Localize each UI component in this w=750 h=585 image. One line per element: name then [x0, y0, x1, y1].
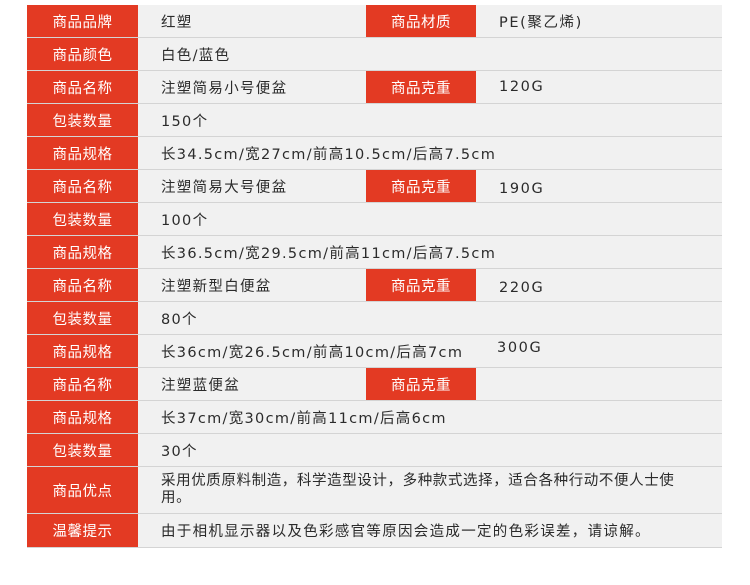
- row-value: 注塑新型白便盆: [161, 278, 272, 295]
- row-value-secondary: 120G: [499, 79, 545, 95]
- row-value: 注塑蓝便盆: [161, 377, 240, 394]
- row-value: 注塑简易小号便盆: [161, 80, 288, 97]
- row-label: 商品规格: [27, 401, 138, 433]
- spec-row-color: 商品颜色 白色/蓝色: [27, 38, 722, 71]
- row-value: 80个: [161, 311, 198, 328]
- spec-row-name: 商品名称 注塑新型白便盆 商品克重 220G: [27, 269, 722, 302]
- row-label: 温馨提示: [27, 514, 138, 547]
- spec-row-name: 商品名称 注塑简易大号便盆 商品克重 190G: [27, 170, 722, 203]
- row-value: 长37cm/宽30cm/前高11cm/后高6cm: [161, 410, 447, 427]
- row-value-secondary: 300G: [497, 340, 543, 356]
- row-label: 商品名称: [27, 170, 138, 202]
- row-value: 红塑: [161, 14, 193, 31]
- row-label: 包装数量: [27, 104, 138, 136]
- row-label: 商品规格: [27, 335, 138, 367]
- spec-row-quantity: 包装数量 30个: [27, 434, 722, 467]
- row-label: 商品名称: [27, 368, 138, 400]
- row-value: 白色/蓝色: [161, 47, 231, 64]
- row-label: 商品名称: [27, 269, 138, 301]
- row-value: 由于相机显示器以及色彩感官等原因会造成一定的色彩误差，请谅解。: [161, 524, 651, 540]
- product-spec-table: 商品品牌 红塑 商品材质 PE(聚乙烯) 商品颜色 白色/蓝色 商品名称 注塑简…: [27, 5, 722, 548]
- spec-row-quantity: 包装数量 150个: [27, 104, 722, 137]
- spec-row-dimensions: 商品规格 长36cm/宽26.5cm/前高10cm/后高7cm 300G: [27, 335, 722, 368]
- row-label: 包装数量: [27, 434, 138, 466]
- row-value-secondary: PE(聚乙烯): [499, 14, 583, 31]
- row-label: 包装数量: [27, 302, 138, 334]
- spec-row-advantages: 商品优点 采用优质原料制造，科学造型设计，多种款式选择，适合各种行动不便人士使用…: [27, 467, 722, 514]
- row-label: 包装数量: [27, 203, 138, 235]
- row-value: 150个: [161, 113, 209, 130]
- spec-row-quantity: 包装数量 80个: [27, 302, 722, 335]
- row-label: 商品品牌: [27, 5, 138, 37]
- row-label-secondary: 商品克重: [366, 71, 476, 103]
- spec-row-dimensions: 商品规格 长37cm/宽30cm/前高11cm/后高6cm: [27, 401, 722, 434]
- spec-row-brand: 商品品牌 红塑 商品材质 PE(聚乙烯): [27, 5, 722, 38]
- row-value: 30个: [161, 443, 198, 460]
- spec-row-dimensions: 商品规格 长34.5cm/宽27cm/前高10.5cm/后高7.5cm: [27, 137, 722, 170]
- row-label: 商品颜色: [27, 38, 138, 70]
- row-value: 采用优质原料制造，科学造型设计，多种款式选择，适合各种行动不便人士使用。: [161, 473, 675, 506]
- row-value-secondary: 220G: [499, 280, 545, 296]
- row-label-secondary: 商品克重: [366, 170, 476, 202]
- row-label-secondary: 商品克重: [366, 368, 476, 400]
- row-label: 商品名称: [27, 71, 138, 103]
- row-label: 商品优点: [27, 467, 138, 513]
- row-label: 商品规格: [27, 236, 138, 268]
- row-value: 长36cm/宽26.5cm/前高10cm/后高7cm: [161, 344, 464, 361]
- row-value-secondary: 190G: [499, 181, 545, 197]
- row-value: 长34.5cm/宽27cm/前高10.5cm/后高7.5cm: [161, 146, 497, 163]
- row-label: 商品规格: [27, 137, 138, 169]
- row-label-secondary: 商品材质: [366, 5, 476, 37]
- spec-row-dimensions: 商品规格 长36.5cm/宽29.5cm/前高11cm/后高7.5cm: [27, 236, 722, 269]
- row-value: 注塑简易大号便盆: [161, 179, 288, 196]
- row-value: 100个: [161, 212, 209, 229]
- spec-row-name: 商品名称 注塑简易小号便盆 商品克重 120G: [27, 71, 722, 104]
- row-value: 长36.5cm/宽29.5cm/前高11cm/后高7.5cm: [161, 245, 497, 262]
- spec-row-quantity: 包装数量 100个: [27, 203, 722, 236]
- spec-row-notice: 温馨提示 由于相机显示器以及色彩感官等原因会造成一定的色彩误差，请谅解。: [27, 514, 722, 548]
- spec-row-name: 商品名称 注塑蓝便盆 商品克重: [27, 368, 722, 401]
- row-label-secondary: 商品克重: [366, 269, 476, 301]
